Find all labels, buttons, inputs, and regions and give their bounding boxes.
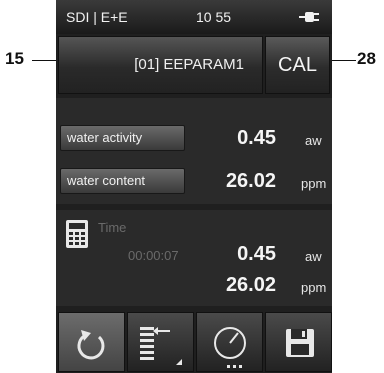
callout-line-left [32,60,58,61]
water-activity-button[interactable]: water activity [60,125,185,151]
list-settings-icon [140,327,182,365]
timer-panel: Time 00:00:07 0.45 aw 26.02 ppm [56,210,332,306]
device-select-button[interactable]: [01] EEPARAM1 [58,36,263,94]
gauge-menu-button[interactable] [196,312,263,372]
bottom-toolbar [56,310,332,373]
cal-button[interactable]: CAL [265,36,330,94]
water-content-button[interactable]: water content [60,168,185,194]
callout-number-left: 15 [5,49,24,68]
elapsed-time: 00:00:07 [128,248,179,263]
water-activity-value: 0.45 [237,127,276,149]
list-settings-button[interactable] [127,312,194,372]
status-time: 10 55 [196,9,232,25]
callout-number-right: 28 [357,49,376,68]
gauge-menu-icon [214,327,246,368]
device-select-label: [01] EEPARAM1 [134,56,244,73]
save-icon [286,329,314,357]
device-screen: SDI | E+E 10 55 [01] EEPARAM1 CAL water … [56,0,332,373]
water-content-value: 26.02 [225,170,276,192]
status-left-text: SDI | E+E [66,9,128,25]
water-content-unit: ppm [301,176,327,191]
callout-line-right [330,60,356,61]
refresh-icon [77,330,105,360]
timer-water-content-unit: ppm [301,280,327,295]
timer-water-activity-unit: aw [305,249,322,264]
plug-icon [298,10,320,27]
timer-water-activity-value: 0.45 [237,243,276,265]
save-button[interactable] [265,312,332,372]
water-activity-unit: aw [305,133,322,148]
refresh-button[interactable] [58,312,125,372]
time-label: Time [98,220,127,235]
timer-water-content-value: 26.02 [225,274,276,296]
calculator-icon[interactable] [65,219,89,254]
measurement-panel: water activity 0.45 aw water content 26.… [56,98,332,204]
status-bar: SDI | E+E 10 55 [56,0,332,34]
